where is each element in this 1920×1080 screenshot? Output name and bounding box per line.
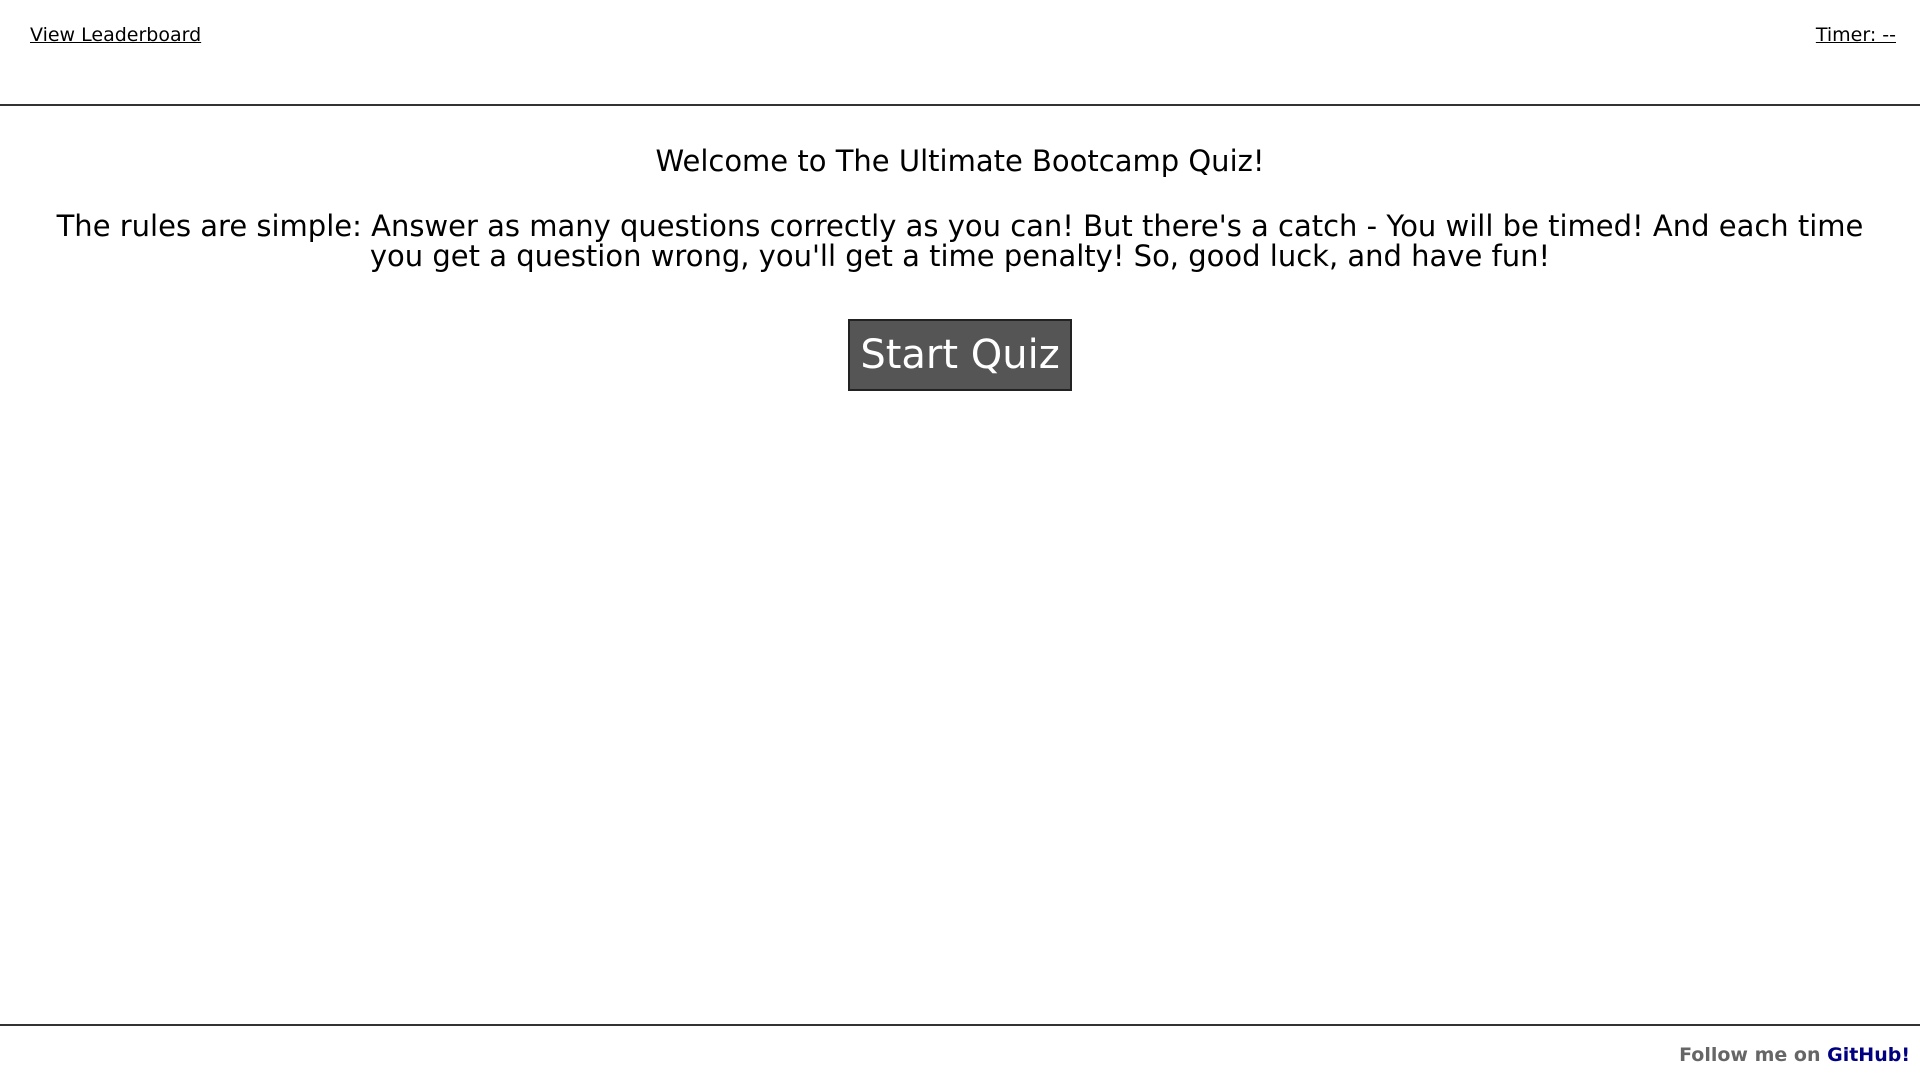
github-link[interactable]: GitHub! <box>1827 1044 1910 1066</box>
header: View Leaderboard Timer: -- <box>0 0 1920 106</box>
page: View Leaderboard Timer: -- Welcome to Th… <box>0 0 1920 1080</box>
footer-text: Follow me on GitHub! <box>1679 1044 1910 1066</box>
view-leaderboard-link[interactable]: View Leaderboard <box>30 24 201 46</box>
main-content: Welcome to The Ultimate Bootcamp Quiz! T… <box>0 106 1920 1024</box>
footer-label: Follow me on <box>1679 1044 1828 1066</box>
footer: Follow me on GitHub! <box>0 1024 1920 1080</box>
welcome-heading: Welcome to The Ultimate Bootcamp Quiz! <box>655 144 1265 178</box>
timer-display[interactable]: Timer: -- <box>1816 24 1896 46</box>
start-quiz-button[interactable]: Start Quiz <box>848 318 1072 391</box>
rules-text: The rules are simple: Answer as many que… <box>56 208 1864 273</box>
